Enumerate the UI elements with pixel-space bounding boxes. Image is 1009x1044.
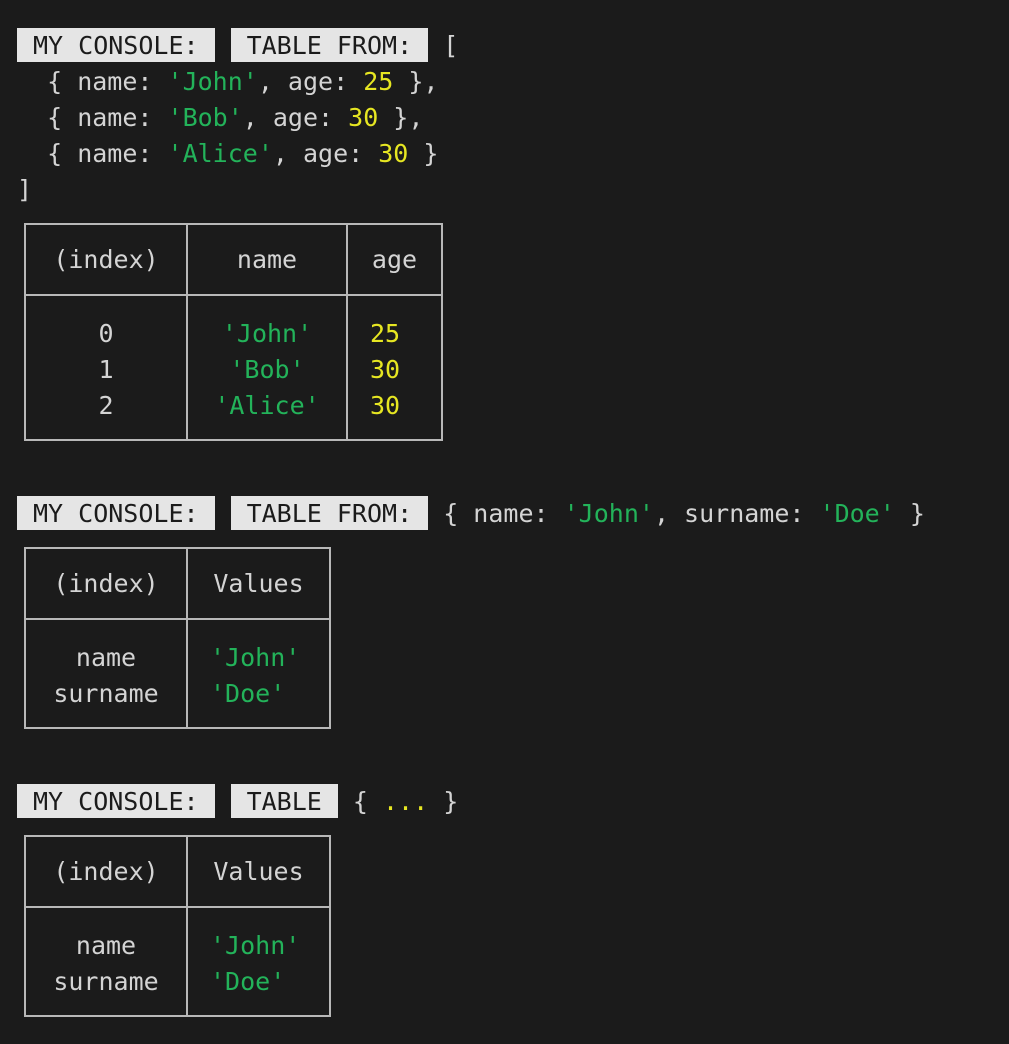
object-name-value: 'John' (563, 499, 654, 528)
console-badge: MY CONSOLE: (17, 784, 215, 818)
entry-name: 'Alice' (167, 139, 273, 168)
console-badge: MY CONSOLE: (17, 28, 215, 62)
entry-name: 'John' (167, 67, 258, 96)
column-header: Values (188, 549, 329, 620)
value-cell: 'John' (210, 931, 301, 960)
value-cell: 'John' (210, 643, 301, 672)
array-entry: { name: 'John', age: 25 }, (17, 67, 439, 96)
entry-age: 25 (363, 67, 394, 96)
value-cell: 'Doe' (210, 967, 286, 996)
table-badge: TABLE (230, 784, 338, 818)
index-cell: name (75, 643, 137, 672)
array-entry: { name: 'Alice', age: 30 } (17, 139, 439, 168)
name-cell: 'John' (221, 319, 313, 348)
values-column: Values 'John' 'Doe' (186, 549, 329, 727)
index-column: (index) name surname (26, 549, 186, 727)
log-line-1-header: MY CONSOLE: TABLE FROM: [ (17, 28, 458, 64)
array-open-bracket: [ (443, 31, 459, 60)
age-column: age 25 30 30 (346, 225, 441, 439)
age-cell: 30 (370, 391, 401, 420)
console-badge: MY CONSOLE: (17, 496, 215, 530)
name-cell: 'Alice' (214, 391, 320, 420)
value-cell: 'Doe' (210, 679, 286, 708)
values-column: Values 'John' 'Doe' (186, 837, 329, 1015)
age-cell: 30 (370, 355, 401, 384)
array-entry: { name: 'Bob', age: 30 }, (17, 103, 424, 132)
index-cell: name (75, 931, 137, 960)
index-cell: surname (53, 679, 159, 708)
entry-age: 30 (378, 139, 409, 168)
index-cell: 0 (98, 319, 114, 348)
console-table-2: (index) name surname Values 'John' 'Doe' (24, 547, 331, 729)
object-surname-value: 'Doe' (819, 499, 895, 528)
entry-name: 'Bob' (167, 103, 243, 132)
collapsed-object-ellipsis[interactable]: ... (383, 787, 428, 816)
table-from-badge: TABLE FROM: (230, 496, 429, 530)
table-from-badge: TABLE FROM: (230, 28, 429, 62)
index-column: (index) name surname (26, 837, 186, 1015)
log-line-2-header: MY CONSOLE: TABLE FROM: { name: 'John', s… (17, 496, 925, 532)
console-table-3: (index) name surname Values 'John' 'Doe' (24, 835, 331, 1017)
column-header: (index) (26, 549, 186, 620)
column-header: age (348, 225, 441, 296)
name-column: name 'John' 'Bob' 'Alice' (186, 225, 346, 439)
index-cell: 1 (98, 355, 114, 384)
age-cell: 25 (370, 319, 401, 348)
log-line-3-header: MY CONSOLE: TABLE { ... } (17, 784, 458, 820)
index-cell: 2 (98, 391, 114, 420)
index-column: (index) 0 1 2 (26, 225, 186, 439)
column-header: Values (188, 837, 329, 908)
entry-age: 30 (348, 103, 379, 132)
index-cell: surname (53, 967, 159, 996)
column-header: (index) (26, 837, 186, 908)
console-table-1: (index) 0 1 2 name 'John' 'Bob' 'Alice' … (24, 223, 443, 441)
column-header: (index) (26, 225, 186, 296)
array-close-bracket: ] (17, 175, 33, 204)
column-header: name (188, 225, 346, 296)
name-cell: 'Bob' (229, 355, 305, 384)
